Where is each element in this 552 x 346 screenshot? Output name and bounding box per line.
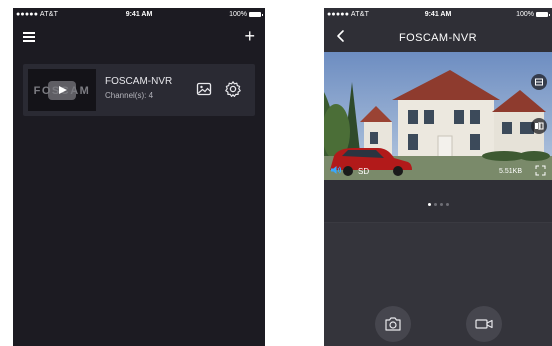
layout-icon[interactable] <box>531 74 547 90</box>
battery-percent: 100% <box>229 11 247 18</box>
video-overlay-bar: SD 5.51KB <box>324 160 552 180</box>
device-name: FOSCAM-NVR <box>105 76 173 87</box>
page-dot[interactable] <box>446 203 449 206</box>
device-channels: Channel(s): 4 <box>105 91 154 100</box>
top-nav: + <box>13 24 265 52</box>
clock-label: 9:41 AM <box>125 11 153 18</box>
page-dot[interactable] <box>434 203 437 206</box>
speaker-icon[interactable] <box>330 164 342 176</box>
camera-icon <box>385 317 401 331</box>
page-dot-active[interactable] <box>428 203 431 206</box>
status-bar: ●●●●● AT&T 9:41 AM 100% <box>324 8 552 22</box>
live-view-screen: ●●●●● AT&T 9:41 AM 100% FOSCAM-NVR SD 5.… <box>324 8 552 346</box>
video-camera-icon <box>475 319 493 329</box>
page-title: FOSCAM-NVR <box>399 32 477 44</box>
play-icon[interactable] <box>48 81 76 100</box>
controls-panel <box>324 223 552 346</box>
status-bar: ●●●●● AT&T 9:41 AM 100% <box>13 8 265 22</box>
battery-icon <box>249 12 263 17</box>
image-icon[interactable] <box>195 80 213 98</box>
battery-percent: 100% <box>516 11 534 18</box>
battery-indicator: 100% <box>516 11 550 18</box>
live-video-feed[interactable]: SD 5.51KB <box>324 52 552 180</box>
battery-indicator: 100% <box>229 11 263 18</box>
hamburger-menu-icon[interactable] <box>23 32 35 42</box>
quality-toggle[interactable]: SD <box>358 167 369 176</box>
snapshot-button[interactable] <box>375 306 411 342</box>
record-button[interactable] <box>466 306 502 342</box>
add-device-button[interactable]: + <box>244 26 255 46</box>
fullscreen-icon[interactable] <box>535 165 546 176</box>
device-list-screen: ●●●●● AT&T 9:41 AM 100% + FOSCAM FOSCAM-… <box>13 8 265 346</box>
mirror-icon[interactable] <box>531 118 547 134</box>
top-nav: FOSCAM-NVR <box>324 24 552 52</box>
battery-icon <box>536 12 550 17</box>
bitrate-label: 5.51KB <box>499 168 522 175</box>
gear-icon[interactable] <box>224 80 242 98</box>
device-card[interactable]: FOSCAM FOSCAM-NVR Channel(s): 4 <box>23 64 255 116</box>
page-dot[interactable] <box>440 203 443 206</box>
device-thumbnail[interactable]: FOSCAM <box>28 69 96 111</box>
